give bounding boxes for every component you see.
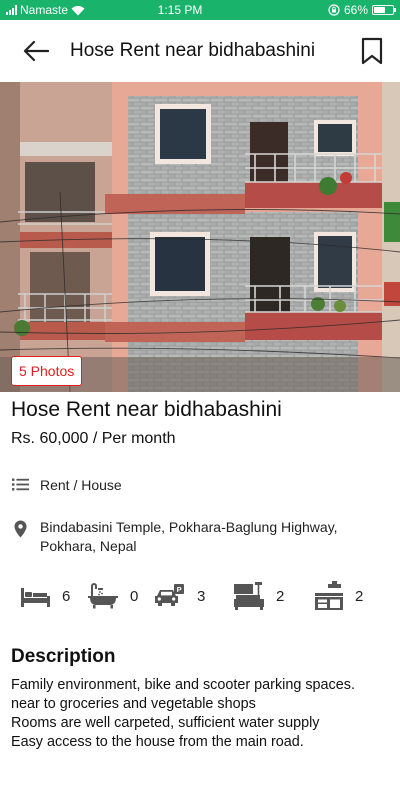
description-line: Rooms are well carpeted, sufficient wate…	[11, 715, 320, 731]
location-pin-icon	[11, 518, 29, 538]
address-line-1: Bindabasini Temple, Pokhara-Baglung High…	[40, 519, 338, 535]
back-button[interactable]	[8, 23, 64, 79]
photos-count-button[interactable]: 5 Photos	[11, 356, 83, 386]
property-photo[interactable]	[0, 82, 400, 392]
bookmark-button[interactable]	[348, 23, 396, 79]
category-row: Rent / House	[11, 476, 122, 495]
living-rooms-count: 2	[276, 587, 285, 605]
feature-bedrooms: 6	[21, 578, 70, 614]
address-row: Bindabasini Temple, Pokhara-Baglung High…	[11, 518, 338, 556]
living-room-icon	[234, 582, 264, 610]
property-title: Hose Rent near bidhabashini	[11, 398, 282, 421]
address-line-2: Pokhara, Nepal	[40, 538, 137, 554]
signal-icon	[6, 5, 17, 15]
feature-parking: P 3	[155, 578, 205, 614]
svg-text:P: P	[177, 585, 182, 594]
arrow-left-icon	[23, 41, 49, 61]
category-text: Rent / House	[40, 477, 122, 493]
rotation-lock-icon	[328, 4, 340, 16]
kitchen-icon	[315, 581, 343, 610]
car-parking-icon: P	[155, 584, 184, 606]
feature-bathrooms: 0	[88, 578, 138, 614]
description-body: Family environment, bike and scooter par…	[11, 676, 395, 752]
battery-percent: 66%	[343, 3, 368, 17]
wifi-icon	[71, 5, 85, 15]
description-line: Family environment, bike and scooter par…	[11, 677, 355, 693]
description-heading: Description	[11, 646, 116, 667]
bathrooms-count: 0	[130, 587, 139, 605]
status-bar: Namaste 1:15 PM 66%	[0, 0, 400, 20]
parking-count: 3	[197, 587, 206, 605]
battery-icon	[372, 5, 396, 15]
page-title: Hose Rent near bidhabashini	[70, 40, 316, 61]
status-right: 66%	[254, 3, 396, 17]
bookmark-icon	[361, 37, 383, 65]
battery-fill	[374, 7, 386, 13]
bedrooms-count: 6	[62, 587, 71, 605]
bed-icon	[21, 588, 50, 607]
feature-kitchens: 2	[315, 578, 363, 614]
description-line: Easy access to the house from the main r…	[11, 734, 304, 750]
list-icon	[11, 476, 29, 491]
house-photo-illustration	[0, 82, 400, 392]
app-bar: Hose Rent near bidhabashini	[0, 20, 400, 82]
property-price: Rs. 60,000 / Per month	[11, 430, 176, 447]
address-text: Bindabasini Temple, Pokhara-Baglung High…	[40, 518, 338, 556]
kitchens-count: 2	[355, 587, 364, 605]
carrier-name: Namaste	[20, 3, 69, 17]
features-row: 6 0 P 3 2 2	[0, 578, 400, 614]
status-time: 1:15 PM	[157, 3, 203, 17]
description-line: near to groceries and vegetable shops	[11, 696, 256, 712]
feature-living-rooms: 2	[234, 578, 284, 614]
bathtub-icon	[88, 583, 118, 609]
